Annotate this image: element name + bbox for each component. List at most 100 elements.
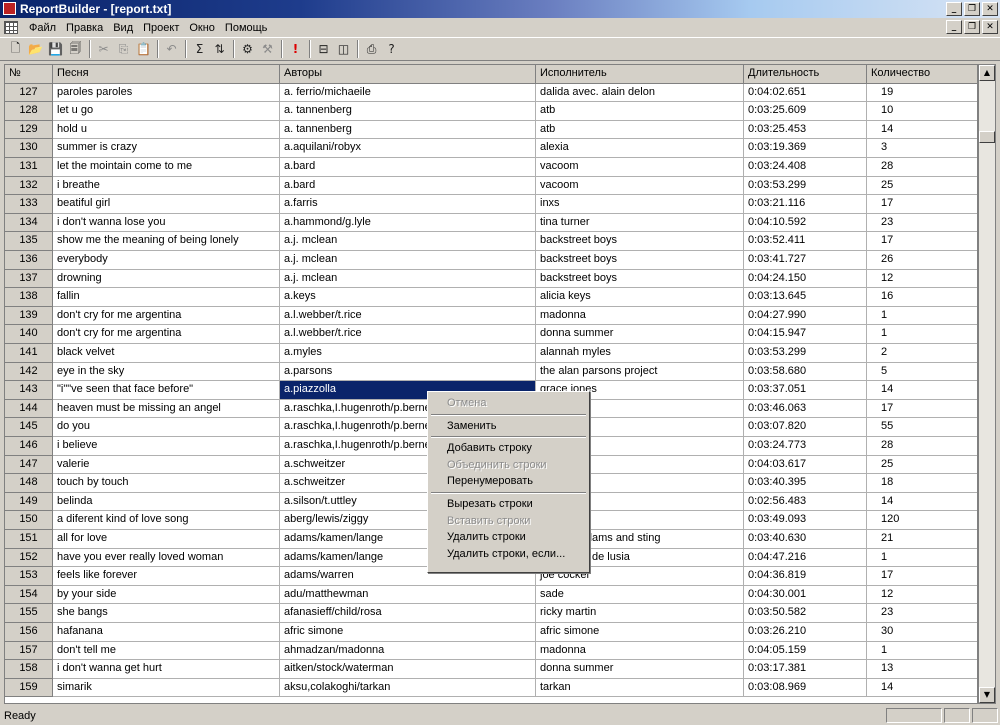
table-cell[interactable]: 1: [867, 642, 977, 661]
table-cell[interactable]: madonna: [536, 641, 744, 661]
table-cell[interactable]: the alan parsons project: [536, 362, 744, 382]
table-row[interactable]: 134 i don't wanna lose you a.hammond/g.lyl…: [5, 213, 977, 233]
row-number[interactable]: 155: [5, 604, 53, 623]
table-cell[interactable]: 0:03:58.680: [744, 362, 867, 382]
row-number[interactable]: 154: [5, 585, 53, 605]
table-cell[interactable]: 0:03:08.969: [744, 678, 867, 698]
table-cell[interactable]: a.farris: [280, 195, 536, 214]
table-cell[interactable]: belinda: [53, 492, 280, 512]
save-all-icon[interactable]: 🗐: [66, 40, 85, 59]
table-row[interactable]: 133 beatiful girl a.farris inxs 0:03:21.116 1…: [5, 195, 977, 214]
table-cell[interactable]: don't cry for me argentina: [53, 325, 280, 344]
context-menu-item[interactable]: Добавить строку: [430, 440, 587, 457]
table-cell[interactable]: inxs: [536, 195, 744, 214]
row-number[interactable]: 144: [5, 399, 53, 419]
filter-icon[interactable]: ⚙: [238, 40, 257, 59]
table-cell[interactable]: 1: [867, 325, 977, 344]
table-cell[interactable]: touch by touch: [53, 474, 280, 493]
sum-icon[interactable]: Σ: [190, 40, 209, 59]
table-cell[interactable]: 55: [867, 418, 977, 437]
column-header[interactable]: Длительность: [744, 65, 867, 84]
menu-item[interactable]: Проект: [138, 22, 184, 34]
table-cell[interactable]: donna summer: [536, 325, 744, 344]
table-cell[interactable]: aitken/stock/waterman: [280, 660, 536, 679]
new-icon[interactable]: 🗋: [6, 40, 25, 59]
save-icon[interactable]: 💾: [46, 40, 65, 59]
menu-item[interactable]: Правка: [61, 22, 108, 34]
table-cell[interactable]: i don't wanna lose you: [53, 213, 280, 233]
table-cell[interactable]: let u go: [53, 102, 280, 121]
row-number[interactable]: 148: [5, 474, 53, 493]
copy-icon[interactable]: ⎘: [114, 40, 133, 59]
row-number[interactable]: 142: [5, 362, 53, 382]
document-system-menu-icon[interactable]: [4, 21, 18, 34]
table-row[interactable]: 137 drowning a.j. mclean backstreet boys 0:0…: [5, 269, 977, 289]
context-menu-item[interactable]: Удалить строки, если...: [430, 546, 587, 563]
row-number[interactable]: 127: [5, 83, 53, 103]
data-grid[interactable]: № Песня Авторы Исполнитель Длительность Колич…: [4, 64, 978, 704]
table-cell[interactable]: a.parsons: [280, 362, 536, 382]
row-number[interactable]: 146: [5, 437, 53, 456]
table-cell[interactable]: tina turner: [536, 213, 744, 233]
table-cell[interactable]: backstreet boys: [536, 232, 744, 251]
table-cell[interactable]: 0:03:25.609: [744, 102, 867, 121]
table-cell[interactable]: 0:04:47.216: [744, 548, 867, 568]
table-cell[interactable]: a. ferrio/michaeile: [280, 83, 536, 103]
table-cell[interactable]: eye in the sky: [53, 362, 280, 382]
table-cell[interactable]: ricky martin: [536, 604, 744, 623]
table-cell[interactable]: beatiful girl: [53, 195, 280, 214]
column-header[interactable]: Авторы: [280, 65, 536, 84]
row-number[interactable]: 143: [5, 381, 53, 400]
alert-icon[interactable]: !: [286, 40, 305, 59]
table-cell[interactable]: 14: [867, 493, 977, 512]
table-cell[interactable]: hold u: [53, 120, 280, 140]
table-cell[interactable]: let the mointain come to me: [53, 158, 280, 177]
table-cell[interactable]: 1: [867, 307, 977, 326]
table-cell[interactable]: 0:03:46.063: [744, 399, 867, 419]
table-cell[interactable]: 0:04:24.150: [744, 269, 867, 289]
table-cell[interactable]: 0:03:26.210: [744, 623, 867, 642]
table-cell[interactable]: 0:04:27.990: [744, 306, 867, 326]
table-row[interactable]: 159 simarik aksu,colakoghi/tarkan tarkan 0:0…: [5, 678, 977, 698]
context-menu-item[interactable]: Вырезать строки: [430, 496, 587, 513]
row-number[interactable]: 157: [5, 641, 53, 661]
table-cell[interactable]: 0:02:56.483: [744, 492, 867, 512]
table-cell[interactable]: hafanana: [53, 623, 280, 642]
table-row[interactable]: 154 by your side adu/matthewman sade 0:04:30…: [5, 585, 977, 605]
table-cell[interactable]: 0:04:02.651: [744, 83, 867, 103]
row-number[interactable]: 150: [5, 511, 53, 530]
row-number[interactable]: 132: [5, 176, 53, 196]
row-number[interactable]: 134: [5, 213, 53, 233]
table-cell[interactable]: black velvet: [53, 344, 280, 363]
table-cell[interactable]: "i""ve seen that face before": [53, 381, 280, 400]
table-cell[interactable]: 14: [867, 381, 977, 400]
table-cell[interactable]: 3: [867, 139, 977, 158]
table-cell[interactable]: a.hammond/g.lyle: [280, 213, 536, 233]
table-cell[interactable]: madonna: [536, 306, 744, 326]
column-header[interactable]: №: [5, 65, 53, 84]
minimize-button[interactable]: _: [946, 2, 962, 16]
menu-item[interactable]: Файл: [24, 22, 61, 34]
table-cell[interactable]: 0:03:50.582: [744, 604, 867, 623]
table-cell[interactable]: 17: [867, 195, 977, 214]
table-cell[interactable]: backstreet boys: [536, 269, 744, 289]
row-number[interactable]: 130: [5, 139, 53, 158]
table-row[interactable]: 135 show me the meaning of being lonely a.…: [5, 232, 977, 251]
table-cell[interactable]: a.j. mclean: [280, 251, 536, 270]
row-number[interactable]: 153: [5, 567, 53, 586]
column-header[interactable]: Количество: [867, 65, 977, 84]
document-minimize-button[interactable]: _: [946, 20, 962, 34]
table-cell[interactable]: a.l.webber/t.rice: [280, 325, 536, 344]
row-number[interactable]: 135: [5, 232, 53, 251]
table-cell[interactable]: 0:03:52.411: [744, 232, 867, 251]
table-cell[interactable]: 23: [867, 214, 977, 233]
table-cell[interactable]: don't cry for me argentina: [53, 306, 280, 326]
column-header[interactable]: Песня: [53, 65, 280, 84]
document-close-button[interactable]: ✕: [982, 20, 998, 34]
row-number[interactable]: 158: [5, 660, 53, 679]
cut-icon[interactable]: ✂: [94, 40, 113, 59]
table-cell[interactable]: afanasieff/child/rosa: [280, 604, 536, 623]
table-cell[interactable]: 0:03:40.630: [744, 530, 867, 549]
table-cell[interactable]: vacoom: [536, 176, 744, 196]
help-icon[interactable]: ?: [382, 40, 401, 59]
